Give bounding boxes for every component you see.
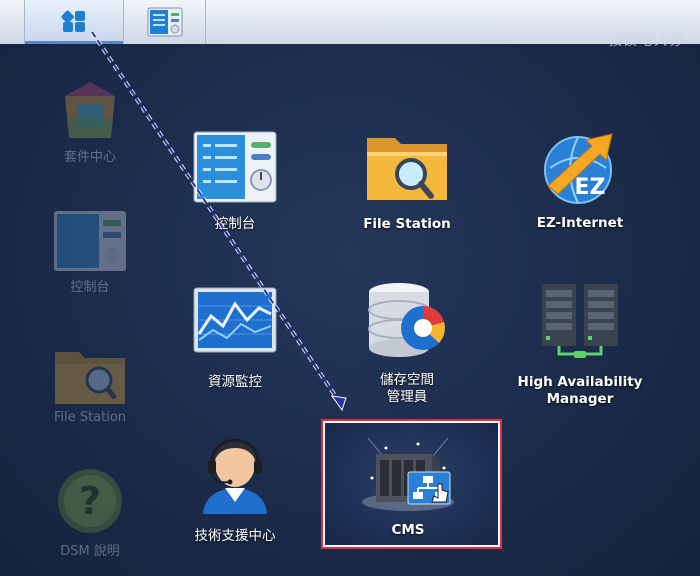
sidebar-item-label: 套件中心 [63,150,116,165]
app-control-panel[interactable]: 控制台 [160,130,310,233]
folder-icon [55,352,125,404]
svg-text:?: ? [79,479,101,523]
app-ez-internet[interactable]: EZ EZ-Internet [505,128,655,232]
svg-text:EZ: EZ [575,175,606,200]
main-menu-button[interactable] [24,0,124,44]
cms-icon [362,437,454,511]
app-label: 技術支援中心 [194,528,276,544]
sidebar-item-label: 控制台 [70,280,110,295]
sidebar-item-label: File Station [53,410,127,425]
app-label: 儲存空間 管理員 [380,372,434,405]
main-menu-icon [61,10,85,32]
watermark: 按讚吧人毋 [608,34,684,49]
app-label: File Station [363,216,451,232]
sidebar-item-file-station[interactable]: File Station [40,342,140,425]
app-label: CMS [391,522,425,538]
control-panel-icon [193,131,277,203]
ez-internet-icon: EZ [544,133,613,204]
app-label: 控制台 [214,216,256,232]
app-high-availability-manager[interactable]: High Availability Manager [505,282,655,408]
app-support-center[interactable]: 技術支援中心 [160,432,310,545]
resource-monitor-icon [193,287,277,353]
control-panel-taskbar-button[interactable] [124,0,206,44]
high-availability-icon [542,284,618,358]
app-file-station[interactable]: File Station [332,130,482,233]
sidebar-item-label: DSM 說明 [60,544,120,559]
control-panel-icon [147,7,182,37]
app-resource-monitor[interactable]: 資源監控 [160,286,310,391]
package-center-icon [65,82,115,138]
app-label: High Availability Manager [517,374,643,407]
app-label: 資源監控 [208,374,262,390]
support-agent-icon [203,438,267,514]
app-label: EZ-Internet [536,215,624,231]
sidebar-item-dsm-help[interactable]: ? DSM 說明 [40,466,140,559]
app-cms[interactable]: CMS [333,428,483,539]
app-storage-manager[interactable]: 儲存空間 管理員 [332,280,482,406]
help-icon: ? [58,469,122,533]
sidebar-item-control-panel[interactable]: 控制台 [40,210,140,295]
sidebar-item-package-center[interactable]: 套件中心 [40,78,140,165]
taskbar [0,0,700,45]
control-panel-icon [54,211,126,271]
folder-icon [367,138,447,200]
storage-manager-icon [368,283,445,357]
